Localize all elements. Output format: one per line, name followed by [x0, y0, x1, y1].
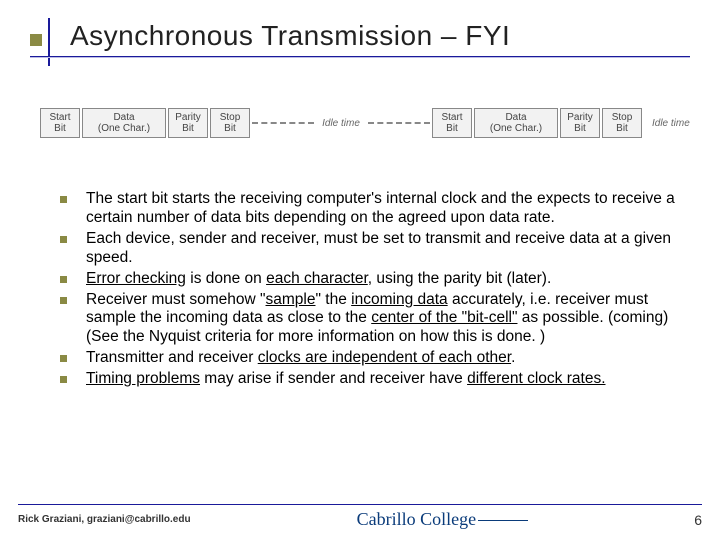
- body-text: The start bit starts the receiving compu…: [60, 190, 680, 391]
- frame1-stop-bit: Stop Bit: [210, 108, 250, 138]
- frame2-start-bit: Start Bit: [432, 108, 472, 138]
- footer: Rick Graziani, graziani@cabrillo.edu Cab…: [18, 504, 702, 530]
- idle-label: Idle time: [318, 118, 364, 129]
- text: is done on: [186, 270, 266, 287]
- title-bullet-icon: [30, 34, 42, 46]
- label: (One Char.): [87, 123, 161, 134]
- bullet-5: Transmitter and receiver clocks are inde…: [60, 349, 680, 368]
- logo-text: Cabrillo College: [357, 509, 476, 529]
- label: Bit: [565, 123, 595, 134]
- frame1-data: Data (One Char.): [82, 108, 166, 138]
- label: Bit: [173, 123, 203, 134]
- footer-logo: Cabrillo College: [351, 509, 534, 530]
- bullet-1: The start bit starts the receiving compu…: [60, 190, 680, 228]
- text: Error checking: [86, 270, 186, 287]
- label: Data: [87, 112, 161, 123]
- text: Timing problems: [86, 370, 200, 387]
- label: Parity: [173, 112, 203, 123]
- label: Stop: [607, 112, 637, 123]
- label: Start: [437, 112, 467, 123]
- idle-label: Idle time: [648, 118, 694, 129]
- text: " the: [315, 291, 351, 308]
- frame2-parity-bit: Parity Bit: [560, 108, 600, 138]
- label: Parity: [565, 112, 595, 123]
- text: Transmitter and receiver: [86, 349, 258, 366]
- frame2-data: Data (One Char.): [474, 108, 558, 138]
- idle-dash-icon: [252, 122, 314, 124]
- text: each character: [266, 270, 368, 287]
- bullet-4: Receiver must somehow "sample" the incom…: [60, 291, 680, 348]
- text: may arise if sender and receiver have: [200, 370, 467, 387]
- page-title: Asynchronous Transmission – FYI: [70, 20, 510, 52]
- title-underline-icon: [30, 56, 690, 58]
- label: Bit: [607, 123, 637, 134]
- text: .: [511, 349, 515, 366]
- title-divider-icon: [48, 18, 50, 66]
- label: Bit: [45, 123, 75, 134]
- text: Receiver must somehow ": [86, 291, 266, 308]
- text: clocks are independent of each other: [258, 349, 511, 366]
- text: The start bit starts the receiving compu…: [86, 190, 675, 226]
- bullet-6: Timing problems may arise if sender and …: [60, 370, 680, 389]
- slide: Asynchronous Transmission – FYI Start Bi…: [0, 0, 720, 540]
- text: Each device, sender and receiver, must b…: [86, 230, 671, 266]
- idle-dash-icon: [368, 122, 430, 124]
- text: center of the "bit-cell": [371, 309, 517, 326]
- label: Bit: [215, 123, 245, 134]
- text: , using the parity bit (later).: [368, 270, 552, 287]
- label: Data: [479, 112, 553, 123]
- footer-author: Rick Graziani, graziani@cabrillo.edu: [18, 514, 191, 525]
- text: incoming data: [351, 291, 448, 308]
- page-number: 6: [694, 512, 702, 528]
- logo-tail-icon: [478, 520, 528, 521]
- bullet-2: Each device, sender and receiver, must b…: [60, 230, 680, 268]
- text: different clock rates.: [467, 370, 605, 387]
- label: (One Char.): [479, 123, 553, 134]
- label: Start: [45, 112, 75, 123]
- text: sample: [266, 291, 316, 308]
- frame1-parity-bit: Parity Bit: [168, 108, 208, 138]
- idle-gap: Idle time: [252, 118, 430, 129]
- frame1-start-bit: Start Bit: [40, 108, 80, 138]
- idle-tail: Idle time: [644, 118, 680, 129]
- frame-diagram: Start Bit Data (One Char.) Parity Bit St…: [40, 108, 680, 138]
- label: Bit: [437, 123, 467, 134]
- label: Stop: [215, 112, 245, 123]
- bullet-3: Error checking is done on each character…: [60, 270, 680, 289]
- frame2-stop-bit: Stop Bit: [602, 108, 642, 138]
- title-row: Asynchronous Transmission – FYI: [30, 18, 690, 66]
